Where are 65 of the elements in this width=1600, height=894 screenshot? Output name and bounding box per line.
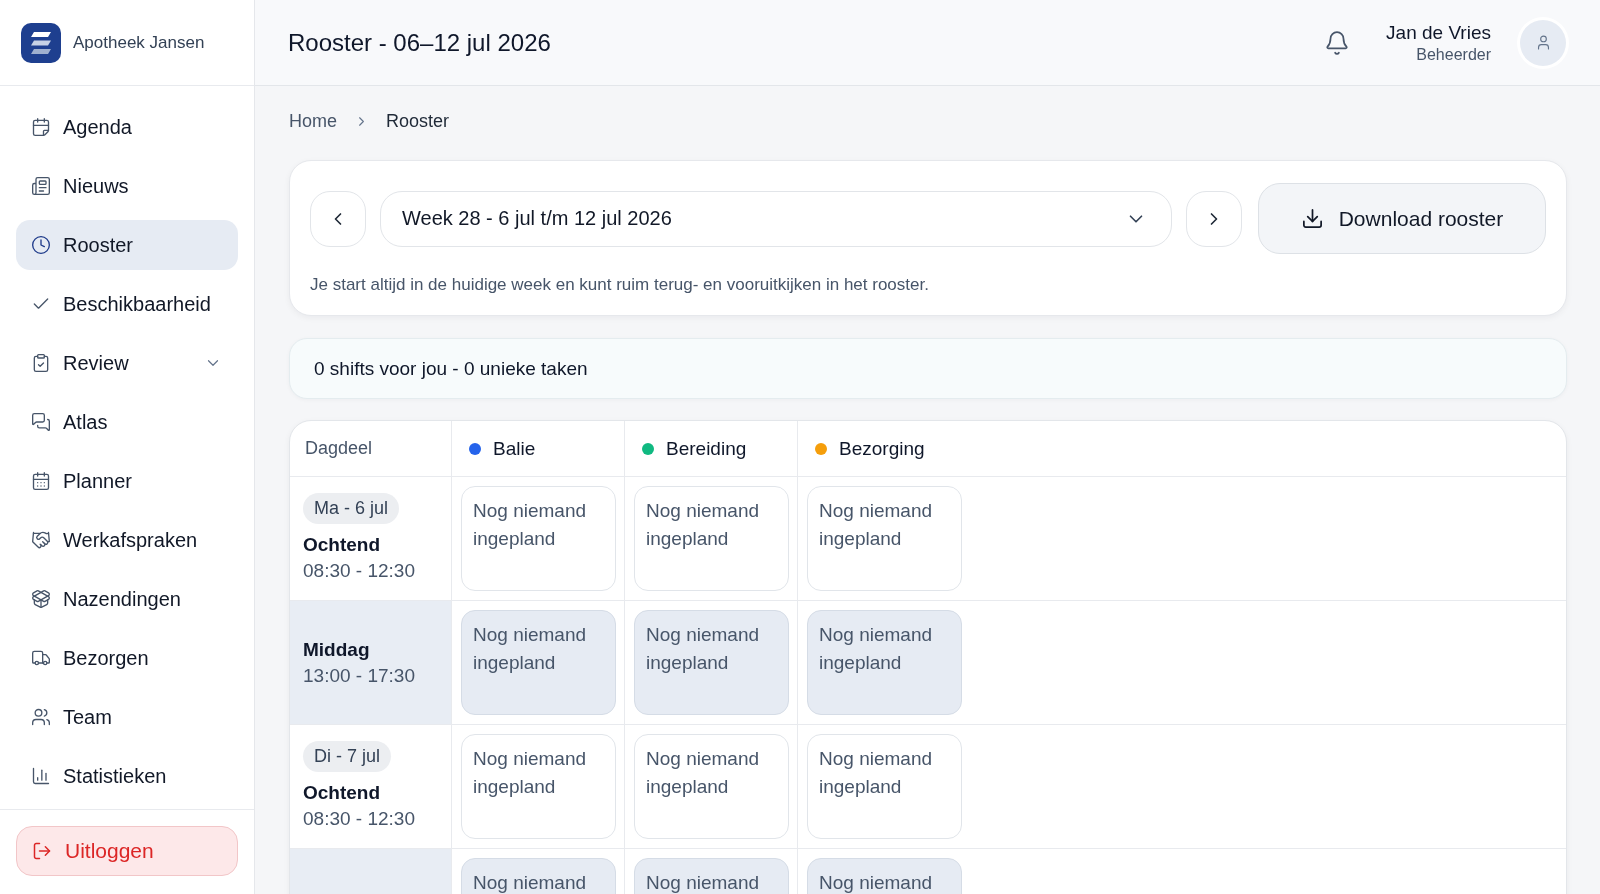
download-icon [1300,207,1324,230]
hint-text: Je start altijd in de huidige week en kunt ruim terug- en vooruitkijken in het rooster. [310,274,930,296]
summary-banner: 0 shifts voor jou - 0 unieke taken [289,338,1567,399]
box-icon [31,589,51,609]
shift-slot[interactable]: Nog niemand ingepland [634,610,789,715]
period-name: Middag [303,637,370,662]
shift-slot[interactable]: Nog niemand ingepland [807,610,962,715]
day-label: Di - 7 jul [303,741,391,772]
nav-item[interactable]: Bezorgen [16,633,238,683]
handshake-icon [31,530,51,550]
shift-slot[interactable]: Nog niemand ingepland [461,734,616,839]
nav-item[interactable]: Nazendingen [16,574,238,624]
shift-slot[interactable]: Nog niemand ingepland [807,486,962,591]
logo-icon [21,22,61,63]
week-select[interactable]: Week 28 - 6 jul t/m 12 jul 2026 [380,190,1172,247]
nav-item[interactable]: Team [16,692,238,742]
nav-item[interactable]: Rooster [16,220,238,270]
shift-slot[interactable]: Nog niemand [634,858,789,894]
clock-icon [31,235,51,255]
calendar-icon [31,471,51,491]
nav-item[interactable]: Statistieken [16,751,238,801]
column-title: Bezorging [839,437,925,460]
shift-slot[interactable]: Nog niemand [807,858,962,894]
nav-item[interactable]: Nieuws [16,161,238,211]
time-range: 08:30 - 12:30 [303,559,415,583]
breadcrumb-link[interactable]: Home [289,110,337,132]
shift-slot[interactable]: Nog niemand ingepland [807,734,962,839]
period-name: Ochtend [303,781,381,805]
shift-slot[interactable]: Nog niemand ingepland [634,486,789,591]
column-title: Balie [493,437,536,460]
chat-bubbles-icon [31,412,51,432]
time-range: 13:00 - 17:30 [303,663,415,688]
calendar-icon [31,117,51,137]
bell-icon[interactable] [1324,29,1351,56]
truck-icon [31,648,51,668]
brand-name: Apotheek Jansen [73,32,205,53]
shift-slot[interactable]: Nog niemand [461,858,616,894]
nav-item[interactable]: Beschikbaarheid [16,279,238,329]
nav-item[interactable]: Review [16,338,238,388]
download-button[interactable]: Download rooster [1258,183,1546,254]
nav-item[interactable]: Agenda [16,102,238,152]
clipboard-check-icon [31,353,51,373]
time-range: 08:30 - 12:30 [303,807,415,831]
day-label: Ma - 6 jul [303,493,400,524]
newspaper-icon [31,176,51,196]
period-name: Ochtend [303,533,381,557]
previous-week-button[interactable] [310,190,366,247]
user-name: Jan de Vries [1386,21,1491,44]
column-title: Dagdeel [305,438,373,459]
shift-slot[interactable]: Nog niemand ingepland [634,734,789,839]
nav-item[interactable]: Atlas [16,397,238,447]
avatar-icon[interactable] [1520,19,1566,66]
nav-item[interactable]: Werkafspraken [16,515,238,565]
user-role: Beheerder [1416,45,1491,64]
nav-item[interactable]: Planner [16,456,238,506]
logout-icon [32,841,52,861]
next-week-button[interactable] [1186,190,1242,247]
page-title: Rooster - 06–12 jul 2026 [288,28,551,57]
breadcrumb-current: Rooster [386,110,450,132]
bar-chart-icon [31,766,51,786]
people-icon [31,707,51,727]
shift-slot[interactable]: Nog niemand ingepland [461,486,616,591]
shift-slot[interactable]: Nog niemand ingepland [461,610,616,715]
column-title: Bereiding [666,437,747,460]
logout-button[interactable]: Uitloggen [16,826,238,876]
